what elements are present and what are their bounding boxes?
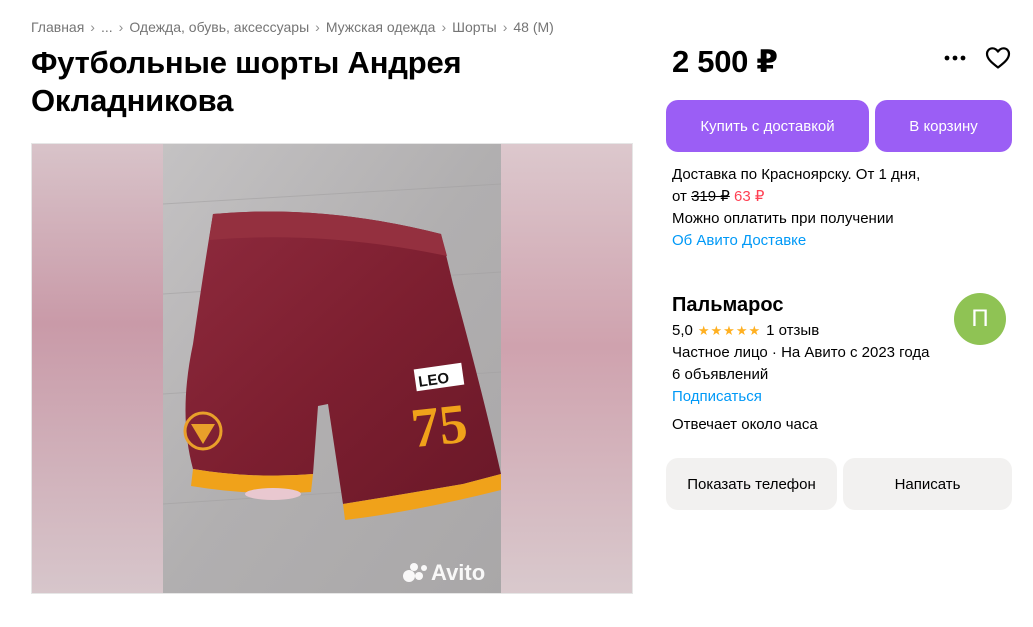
seller-response-time: Отвечает около часа <box>672 416 818 433</box>
photo-blur-background-right <box>501 144 632 593</box>
rating-stars-icon: ★★★★★ <box>697 323 762 338</box>
delivery-new-price: 63 ₽ <box>733 188 765 205</box>
seller-reviews-link[interactable]: 1 отзыв <box>766 320 819 342</box>
seller-rating-value: 5,0 <box>672 322 693 339</box>
breadcrumb-separator: › <box>118 19 124 35</box>
show-phone-button[interactable]: Показать телефон <box>666 458 837 510</box>
seller-avatar[interactable]: П <box>954 293 1006 345</box>
heart-icon <box>985 47 1011 69</box>
delivery-from-prefix: от <box>672 188 687 205</box>
seller-info: 5,0 ★★★★★ 1 отзыв Частное лицо · На Авит… <box>672 320 929 408</box>
jersey-number-text: 75 <box>408 393 470 461</box>
favorite-button[interactable] <box>983 44 1013 72</box>
photo-gallery[interactable]: LEO 75 Avito <box>31 143 633 594</box>
delivery-line: Доставка по Красноярску. От 1 дня, <box>672 166 921 183</box>
breadcrumb-clothing[interactable]: Одежда, обувь, аксессуары <box>129 19 309 35</box>
more-dots-icon <box>944 55 966 61</box>
breadcrumb-home[interactable]: Главная <box>31 19 84 35</box>
about-avito-delivery-link[interactable]: Об Авито Доставке <box>672 230 920 252</box>
avito-watermark: Avito <box>402 560 485 586</box>
add-to-cart-button[interactable]: В корзину <box>875 100 1012 152</box>
buy-with-delivery-button[interactable]: Купить с доставкой <box>666 100 869 152</box>
breadcrumb-separator: › <box>502 19 508 35</box>
seller-type: Частное лицо · На Авито с 2023 года <box>672 344 930 361</box>
breadcrumb-ellipsis[interactable]: ... <box>101 19 113 35</box>
breadcrumb-separator: › <box>90 19 95 35</box>
write-message-button[interactable]: Написать <box>843 458 1012 510</box>
delivery-old-price: 319 ₽ <box>691 188 730 205</box>
avito-watermark-text: Avito <box>431 560 486 585</box>
shorts-image: LEO 75 <box>163 144 501 593</box>
delivery-price-line: от 319 ₽ 63 ₽ <box>672 186 920 208</box>
seller-rating-row: 5,0 ★★★★★ 1 отзыв <box>672 320 929 342</box>
listing-photo[interactable]: LEO 75 <box>163 144 501 593</box>
payment-on-delivery-text: Можно оплатить при получении <box>672 210 894 227</box>
seller-listings-count[interactable]: 6 объявлений <box>672 364 929 386</box>
listing-title: Футбольные шорты Андрея Окладникова <box>31 45 462 118</box>
breadcrumb-shorts[interactable]: Шорты <box>452 19 497 35</box>
price: 2 500 ₽ <box>672 44 778 79</box>
breadcrumb-mens-clothing[interactable]: Мужская одежда <box>326 19 436 35</box>
breadcrumb: Главная ›... › Одежда, обувь, аксессуары › Му… <box>31 19 554 35</box>
avito-logo-icon <box>403 563 427 582</box>
seller-name[interactable]: Пальмарос <box>672 294 783 317</box>
photo-blur-background-left <box>32 144 163 593</box>
breadcrumb-separator: › <box>315 19 320 35</box>
breadcrumb-size[interactable]: 48 (M) <box>513 19 553 35</box>
breadcrumb-separator: › <box>441 19 447 35</box>
subscribe-link[interactable]: Подписаться <box>672 386 929 408</box>
delivery-info: Доставка по Красноярску. От 1 дня, от 31… <box>672 164 920 252</box>
more-options-button[interactable] <box>940 46 970 70</box>
